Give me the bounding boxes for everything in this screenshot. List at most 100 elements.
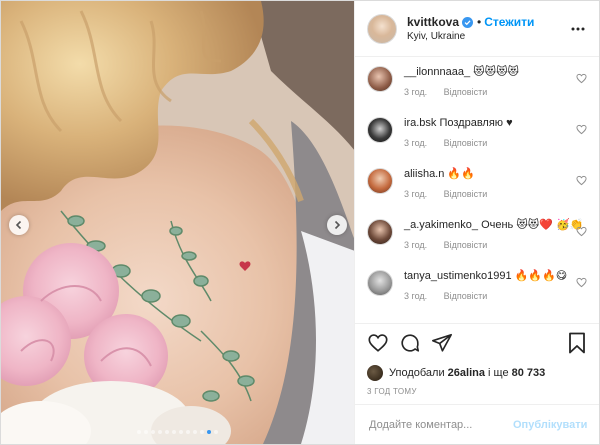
post-sidebar: kvittkova • Стежити Kyiv, Ukraine __ilon… xyxy=(354,1,599,444)
comment-bubble-icon xyxy=(401,333,420,352)
post-header-text: kvittkova • Стежити Kyiv, Ukraine xyxy=(407,15,569,42)
post-header: kvittkova • Стежити Kyiv, Ukraine xyxy=(355,1,599,57)
comment-message: 🔥🔥🔥😋 xyxy=(514,270,568,282)
like-comment-heart-icon[interactable] xyxy=(576,226,587,237)
comment-time[interactable]: 3 год. xyxy=(404,240,427,250)
commenter-avatar[interactable] xyxy=(367,168,393,194)
previous-photo-button[interactable] xyxy=(9,215,29,235)
comment-input[interactable] xyxy=(367,417,513,432)
instagram-post: kvittkova • Стежити Kyiv, Ukraine __ilon… xyxy=(0,0,600,445)
comment-time[interactable]: 3 год. xyxy=(404,138,427,148)
reply-button[interactable]: Відповісти xyxy=(444,138,488,148)
comment-item: __ilonnnaaa_ 😻😻😻😻 3 год. Відповісти xyxy=(367,65,587,108)
commenter-username[interactable]: __ilonnnaaa_ xyxy=(404,66,470,78)
like-comment-heart-icon[interactable] xyxy=(576,277,587,288)
comment-body: ira.bsk Поздравляю ♥ 3 год. Відповісти xyxy=(404,116,587,148)
wedding-photo-illustration xyxy=(1,1,354,444)
comment-message: Очень 😻😻❤️ 🥳👏 xyxy=(481,219,584,231)
comment-button[interactable] xyxy=(399,332,421,354)
carousel-dot xyxy=(200,430,204,434)
comment-message: 😻😻😻😻 xyxy=(473,66,520,78)
add-comment-bar: Опублікувати xyxy=(355,404,599,444)
comment-text-line: aliisha.n 🔥🔥 xyxy=(404,167,587,181)
comment-meta: 3 год. Відповісти xyxy=(404,138,587,148)
commenter-username[interactable]: ira.bsk xyxy=(404,117,436,129)
comment-text-line: ira.bsk Поздравляю ♥ xyxy=(404,116,587,130)
liker-avatar[interactable] xyxy=(367,365,383,381)
comment-text-line: tanya_ustimenko1991 🔥🔥🔥😋 xyxy=(404,269,587,283)
commenter-avatar[interactable] xyxy=(367,66,393,92)
comment-meta: 3 год. Відповісти xyxy=(404,291,587,301)
author-avatar[interactable] xyxy=(367,13,397,44)
carousel-dots xyxy=(1,430,354,434)
share-button[interactable] xyxy=(431,332,453,354)
comment-message: 🔥🔥 xyxy=(447,168,475,180)
comment-item: ira.bsk Поздравляю ♥ 3 год. Відповісти xyxy=(367,116,587,159)
likes-prefix: Уподобали xyxy=(389,367,445,379)
like-comment-heart-icon[interactable] xyxy=(576,175,587,186)
comment-time[interactable]: 3 год. xyxy=(404,291,427,301)
chevron-left-icon xyxy=(15,220,22,230)
comments-list: __ilonnnaaa_ 😻😻😻😻 3 год. Відповісти ira.… xyxy=(355,57,599,323)
comment-meta: 3 год. Відповісти xyxy=(404,189,587,199)
bookmark-icon xyxy=(569,332,585,354)
carousel-dot xyxy=(207,430,211,434)
reply-button[interactable]: Відповісти xyxy=(444,189,488,199)
author-username[interactable]: kvittkova xyxy=(407,15,459,29)
publish-comment-button[interactable]: Опублікувати xyxy=(513,419,587,431)
carousel-dot xyxy=(144,430,148,434)
more-options-button[interactable] xyxy=(569,20,587,38)
carousel-dot xyxy=(137,430,141,434)
comment-text-line: __ilonnnaaa_ 😻😻😻😻 xyxy=(404,65,587,79)
post-photo[interactable] xyxy=(1,1,354,444)
comment-item: tanya_ustimenko1991 🔥🔥🔥😋 3 год. Відповіс… xyxy=(367,269,587,312)
post-actions-bar xyxy=(355,323,599,361)
comment-text-line: _a.yakimenko_ Очень 😻😻❤️ 🥳👏 xyxy=(404,218,587,232)
carousel-dot xyxy=(158,430,162,434)
carousel-dot xyxy=(165,430,169,434)
verified-badge-icon xyxy=(462,16,474,28)
comment-body: tanya_ustimenko1991 🔥🔥🔥😋 3 год. Відповіс… xyxy=(404,269,587,301)
comment-message: Поздравляю ♥ xyxy=(439,117,513,129)
likes-summary: Уподобали 26alina і ще 80 733 xyxy=(355,361,599,385)
comment-body: __ilonnnaaa_ 😻😻😻😻 3 год. Відповісти xyxy=(404,65,587,97)
post-location[interactable]: Kyiv, Ukraine xyxy=(407,31,569,42)
commenter-username[interactable]: aliisha.n xyxy=(404,168,444,180)
like-comment-heart-icon[interactable] xyxy=(576,73,587,84)
next-photo-button[interactable] xyxy=(327,215,347,235)
more-options-icon xyxy=(571,27,585,30)
carousel-dot xyxy=(214,430,218,434)
comment-time[interactable]: 3 год. xyxy=(404,87,427,97)
commenter-avatar[interactable] xyxy=(367,270,393,296)
comment-body: _a.yakimenko_ Очень 😻😻❤️ 🥳👏 3 год. Відпо… xyxy=(404,218,587,250)
reply-button[interactable]: Відповісти xyxy=(444,240,488,250)
chevron-right-icon xyxy=(334,220,341,230)
commenter-avatar[interactable] xyxy=(367,219,393,245)
heart-icon xyxy=(368,333,388,352)
comment-meta: 3 год. Відповісти xyxy=(404,240,587,250)
send-paper-plane-icon xyxy=(432,333,452,352)
carousel-dot xyxy=(151,430,155,434)
likes-count[interactable]: 80 733 xyxy=(512,367,546,379)
comment-time[interactable]: 3 год. xyxy=(404,189,427,199)
reply-button[interactable]: Відповісти xyxy=(444,87,488,97)
carousel-dot xyxy=(186,430,190,434)
like-comment-heart-icon[interactable] xyxy=(576,124,587,135)
commenter-avatar[interactable] xyxy=(367,117,393,143)
liker-username[interactable]: 26alina xyxy=(448,367,485,379)
like-button[interactable] xyxy=(367,332,389,354)
reply-button[interactable]: Відповісти xyxy=(444,291,488,301)
commenter-username[interactable]: tanya_ustimenko1991 xyxy=(404,270,512,282)
comment-item: aliisha.n 🔥🔥 3 год. Відповісти xyxy=(367,167,587,210)
header-separator: • xyxy=(477,15,482,29)
save-button[interactable] xyxy=(567,332,587,354)
follow-button[interactable]: Стежити xyxy=(484,15,534,29)
post-timestamp[interactable]: 3 ГОД ТОМУ xyxy=(355,385,599,404)
comment-meta: 3 год. Відповісти xyxy=(404,87,587,97)
carousel-dot xyxy=(172,430,176,434)
likes-middle: і ще xyxy=(488,367,509,379)
comment-body: aliisha.n 🔥🔥 3 год. Відповісти xyxy=(404,167,587,199)
post-header-line: kvittkova • Стежити xyxy=(407,15,569,29)
commenter-username[interactable]: _a.yakimenko_ xyxy=(404,219,478,231)
carousel-dot xyxy=(179,430,183,434)
